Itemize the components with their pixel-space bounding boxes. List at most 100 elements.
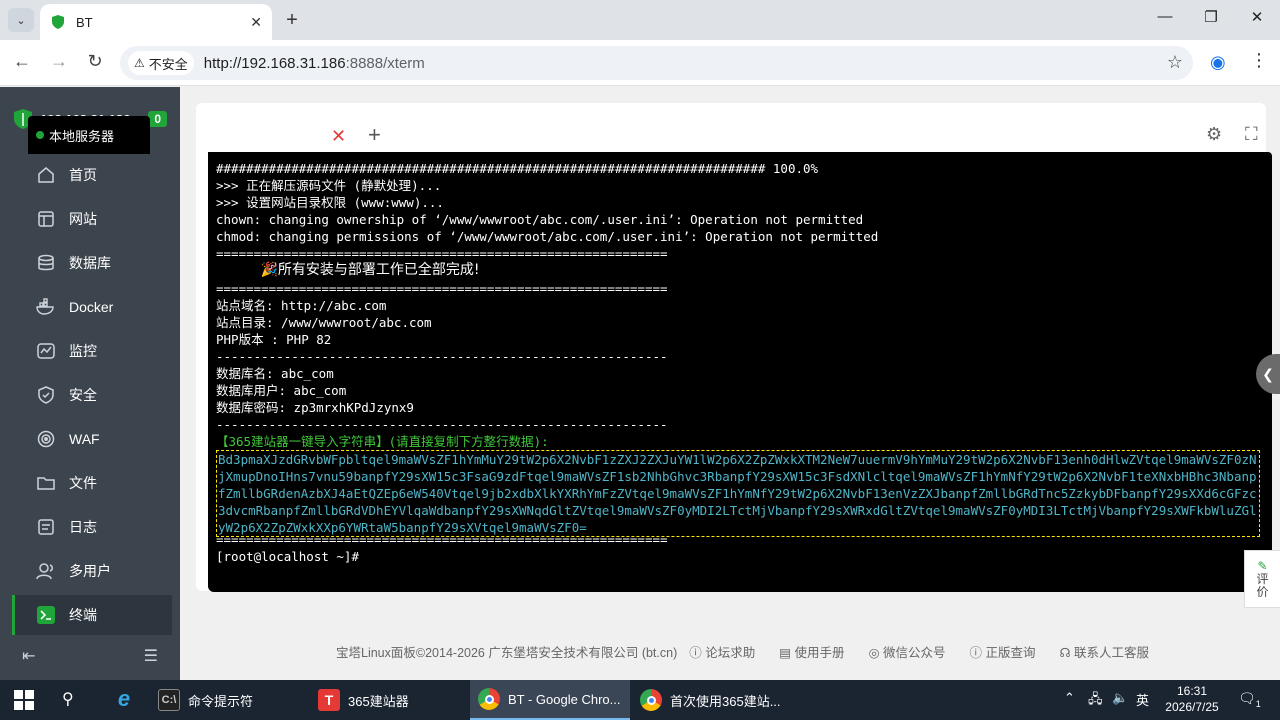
footer-link-license[interactable]: ⓘ 正版查询 <box>969 642 1047 661</box>
collapse-sidebar-icon[interactable]: ⇤ <box>22 646 35 666</box>
gear-icon[interactable]: ⚙ <box>1206 124 1222 145</box>
folder-icon <box>36 473 56 493</box>
list-menu-icon[interactable]: ☰ <box>144 646 158 666</box>
bookmark-star-icon[interactable]: ☆ <box>1167 52 1183 73</box>
taskbar-app-chrome-bt[interactable]: BT - Google Chro... <box>470 680 630 720</box>
shield-icon <box>36 385 56 405</box>
terminal-line: ========================================… <box>216 246 668 261</box>
footer-link-manual[interactable]: ▤ 使用手册 <box>779 642 856 661</box>
sidebar-item-terminal[interactable]: 终端 <box>12 595 172 635</box>
footer-link-forum[interactable]: ⓘ 论坛求助 <box>689 642 767 661</box>
import-string-box[interactable]: Bd3pmaXJzdGRvbWFpbltqel9maWVsZF1hYmMuY29… <box>216 450 1260 537</box>
home-icon <box>36 165 56 185</box>
windows-start-icon[interactable] <box>14 690 34 710</box>
sidebar-item-website[interactable]: 网站 <box>12 199 172 239</box>
terminal-line: 站点目录: /www/wwwroot/abc.com <box>216 315 432 330</box>
terminal-line: PHP版本 : PHP 82 <box>216 332 332 347</box>
sidebar-item-label: 数据库 <box>69 255 111 271</box>
alert-badge[interactable]: 0 <box>148 111 167 127</box>
terminal-line: ----------------------------------------… <box>216 349 668 364</box>
monitor-icon <box>36 341 56 361</box>
url-text[interactable]: http://192.168.31.186:8888/xterm <box>204 55 425 72</box>
terminal-line: chmod: changing permissions of ‘/www/www… <box>216 229 879 244</box>
terminal-prompt[interactable]: [root@localhost ~]# <box>216 548 1264 565</box>
address-toolbar: ← → ↻ ⚠ 不安全 http://192.168.31.186:8888/x… <box>0 40 1280 86</box>
minimize-button[interactable]: — <box>1142 8 1188 25</box>
sidebar-item-monitor[interactable]: 监控 <box>12 331 172 371</box>
restore-button[interactable]: ❐ <box>1188 8 1234 26</box>
footer-link-support[interactable]: ☊ 联系人工客服 <box>1059 642 1161 661</box>
forward-button[interactable]: → <box>47 51 71 72</box>
profile-icon[interactable]: ◉ <box>1210 52 1226 73</box>
browser-menu-icon[interactable]: ⋮ <box>1250 50 1268 71</box>
sidebar-item-files[interactable]: 文件 <box>12 463 172 503</box>
omnibox[interactable]: ⚠ 不安全 http://192.168.31.186:8888/xterm ☆ <box>120 46 1193 80</box>
search-icon[interactable]: ⚲ <box>62 689 74 709</box>
bt-favicon-icon <box>52 15 64 29</box>
taskbar-app-label: 命令提示符 <box>188 693 254 709</box>
terminal-output[interactable]: ########################################… <box>208 152 1272 592</box>
tray-chevron-up-icon[interactable]: ⌃ <box>1064 690 1075 706</box>
sidebar-item-users[interactable]: 多用户 <box>12 551 172 591</box>
new-tab-button[interactable]: + <box>282 9 302 32</box>
import-string-value[interactable]: Bd3pmaXJzdGRvbWFpbltqel9maWVsZF1hYmMuY29… <box>218 451 1258 536</box>
taskbar-app-365[interactable]: T 365建站器 <box>310 680 466 720</box>
browser-tabstrip: ⌄ BT ✕ + — ❐ ✕ <box>0 0 1280 40</box>
terminal-tab-local[interactable]: 本地服务器 <box>28 116 150 154</box>
sidebar-item-label: Docker <box>69 299 114 315</box>
reload-button[interactable]: ↻ <box>83 51 107 72</box>
fullscreen-icon[interactable]: ⛶ <box>1245 124 1258 145</box>
cmd-icon: C:\ <box>158 689 180 711</box>
network-icon[interactable]: 🖧 <box>1088 690 1103 712</box>
terminal-line-complete: 🎉所有安装与部署工作已全部完成! <box>216 262 480 278</box>
footer-link-wechat[interactable]: ◎ 微信公众号 <box>869 642 958 661</box>
terminal-line: ========================================… <box>216 532 668 547</box>
sidebar-footer: ⇤ ☰ <box>22 646 158 666</box>
feedback-widget[interactable]: ✎ 评 价 <box>1244 550 1280 608</box>
close-terminal-tab-icon[interactable]: ✕ <box>331 126 346 147</box>
terminal-line: 数据库名: abc_com <box>216 366 334 381</box>
waf-icon <box>36 429 56 449</box>
back-button[interactable]: ← <box>10 51 34 72</box>
sidebar-item-security[interactable]: 安全 <box>12 375 172 415</box>
footer-link-label: 正版查询 <box>985 646 1036 660</box>
add-terminal-tab-icon[interactable]: + <box>368 122 381 148</box>
volume-icon[interactable]: 🔈 <box>1112 690 1128 706</box>
sidebar-item-label: 网站 <box>69 211 97 227</box>
taskbar-clock[interactable]: 16:31 2026/7/25 <box>1162 683 1222 715</box>
sidebar: 192.168.31.186 0 首页 网站 数据库 Docker 监控 安全 … <box>0 87 180 680</box>
import-string-title: 【365建站器一键导入字符串】(请直接复制下方整行数据): <box>216 434 549 449</box>
sidebar-item-database[interactable]: 数据库 <box>12 243 172 283</box>
security-chip[interactable]: ⚠ 不安全 <box>128 51 194 75</box>
clock-time: 16:31 <box>1176 684 1208 698</box>
copyright-text: 宝塔Linux面板©2014-2026 广东堡塔安全技术有限公司 (bt.cn) <box>336 646 678 660</box>
sidebar-item-logs[interactable]: 日志 <box>12 507 172 547</box>
chrome-icon <box>640 689 662 711</box>
taskbar-app-chrome-365[interactable]: 首次使用365建站... <box>632 680 792 720</box>
ime-indicator[interactable]: 英 <box>1136 690 1149 709</box>
warning-icon: ⚠ <box>134 56 145 70</box>
taskbar-app-cmd[interactable]: C:\ 命令提示符 <box>150 680 306 720</box>
sidebar-item-home[interactable]: 首页 <box>12 155 172 195</box>
sidebar-item-label: 终端 <box>69 607 97 623</box>
page-footer: 宝塔Linux面板©2014-2026 广东堡塔安全技术有限公司 (bt.cn)… <box>336 642 1173 661</box>
feedback-text-1: 评 <box>1256 571 1269 586</box>
sidebar-item-label: 文件 <box>69 475 97 491</box>
internet-explorer-icon[interactable]: e <box>112 687 136 711</box>
terminal-line: 数据库用户: abc_com <box>216 383 347 398</box>
tab-search-button[interactable]: ⌄ <box>8 8 34 32</box>
sidebar-item-waf[interactable]: WAF <box>12 419 172 459</box>
log-icon <box>36 517 56 537</box>
terminal-line: ========================================… <box>216 281 668 296</box>
365-app-icon: T <box>318 689 340 711</box>
windows-taskbar: ⚲ e C:\ 命令提示符 T 365建站器 BT - Google Chro.… <box>0 680 1280 720</box>
notification-icon[interactable]: 🗨1 <box>1238 690 1261 709</box>
close-window-button[interactable]: ✕ <box>1234 8 1280 26</box>
tab-close-icon[interactable]: ✕ <box>250 14 262 31</box>
terminal-line: 数据库密码: zp3mrxhKPdJzynx9 <box>216 400 414 415</box>
footer-link-label: 联系人工客服 <box>1074 646 1150 660</box>
terminal-line: ----------------------------------------… <box>216 417 668 432</box>
browser-tab-bt[interactable]: BT ✕ <box>40 4 272 40</box>
sidebar-item-docker[interactable]: Docker <box>12 287 172 327</box>
taskbar-app-label: 365建站器 <box>348 693 409 709</box>
